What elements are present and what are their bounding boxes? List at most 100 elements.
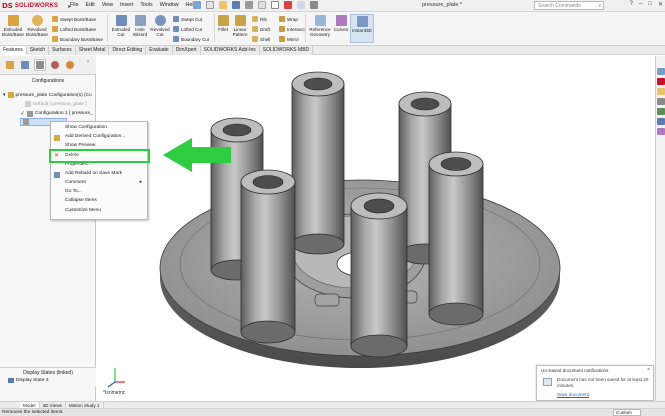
- close-icon[interactable]: ✕: [658, 1, 663, 8]
- resources-icon[interactable]: [657, 68, 665, 75]
- wrap-icon: [279, 16, 285, 22]
- view-triad-icon: [107, 368, 125, 388]
- intersect-icon: [279, 26, 285, 32]
- tab-features[interactable]: Features: [0, 46, 27, 55]
- appearances-icon[interactable]: [657, 108, 665, 115]
- context-menu: Show Configuration Add Derived Configura…: [50, 121, 148, 220]
- open-icon[interactable]: [219, 1, 227, 9]
- boundary-cut-button[interactable]: Boundary Cut: [173, 36, 209, 42]
- title-bar: DS SOLIDWORKS ▸ File Edit View Insert To…: [0, 0, 665, 12]
- mirror-button[interactable]: Mirror: [279, 36, 299, 42]
- rebuild-icon[interactable]: [284, 1, 292, 9]
- revolved-cut-button[interactable]: Revolved Cut: [149, 15, 171, 37]
- tab-solidworks-mbd[interactable]: SOLIDWORKS MBD: [259, 46, 314, 55]
- menu-item-go-to[interactable]: Go To...: [65, 189, 82, 194]
- new-document-icon[interactable]: [206, 1, 214, 9]
- intersect-button[interactable]: Intersect: [279, 26, 305, 32]
- shell-icon: [252, 36, 258, 42]
- menu-view[interactable]: View: [102, 2, 113, 8]
- wrap-button[interactable]: Wrap: [279, 16, 298, 22]
- display-manager-tab[interactable]: [64, 59, 76, 71]
- search-commands-input[interactable]: Search Commands ⌕: [534, 1, 604, 10]
- menu-edit[interactable]: Edit: [86, 2, 95, 8]
- boundary-cut-icon: [173, 36, 179, 42]
- rib-label: Rib: [260, 16, 267, 22]
- instant3d-button[interactable]: Instant3D: [350, 14, 374, 43]
- design-library-icon[interactable]: [657, 78, 665, 85]
- shell-button[interactable]: Shell: [252, 36, 270, 42]
- lofted-cut-button[interactable]: Lofted Cut: [173, 26, 202, 32]
- menu-item-add-derived-configuration[interactable]: Add Derived Configuration...: [65, 134, 125, 139]
- curves-button[interactable]: Curves: [333, 15, 349, 32]
- forum-icon[interactable]: [657, 128, 665, 135]
- save-document-link[interactable]: Save document: [557, 392, 589, 397]
- units-select[interactable]: Custom: [613, 409, 641, 416]
- collapse-arrow-icon[interactable]: ▾: [3, 92, 6, 98]
- brand-name: SOLIDWORKS: [14, 3, 59, 9]
- undo-icon[interactable]: [258, 1, 266, 9]
- save-icon[interactable]: [232, 1, 240, 9]
- linear-pattern-button[interactable]: Linear Pattern: [230, 15, 250, 37]
- feature-manager-tab[interactable]: [4, 59, 16, 71]
- tab-surfaces[interactable]: Surfaces: [49, 46, 76, 55]
- tab-direct-editing[interactable]: Direct Editing: [109, 46, 147, 55]
- menu-item-show-configuration[interactable]: Show Configuration: [65, 125, 107, 130]
- file-properties-icon[interactable]: [297, 1, 305, 9]
- hole-wizard-button[interactable]: Hole Wizard: [131, 15, 149, 37]
- tab-evaluate[interactable]: Evaluate: [146, 46, 173, 55]
- tree-root[interactable]: ▾ pressure_plate Configuration(s) (Co: [3, 92, 92, 98]
- fillet-icon: [217, 15, 229, 26]
- select-icon[interactable]: [271, 1, 279, 9]
- chevron-right-icon[interactable]: ›: [87, 59, 89, 65]
- status-message: Removes the selected items.: [2, 410, 64, 415]
- menu-window[interactable]: Window: [160, 2, 179, 8]
- tree-item-default[interactable]: Default [ pressure_plate ]: [25, 101, 87, 107]
- menu-item-customize-menu[interactable]: Customize Menu: [65, 208, 101, 213]
- menu-item-collapse-items[interactable]: Collapse Items: [65, 198, 97, 203]
- dimxpert-manager-tab[interactable]: [49, 59, 61, 71]
- close-icon[interactable]: ×: [647, 367, 650, 373]
- custom-properties-icon[interactable]: [657, 118, 665, 125]
- file-explorer-icon[interactable]: [657, 88, 665, 95]
- swept-boss-button[interactable]: Swept Boss/Base: [52, 16, 96, 22]
- print-icon[interactable]: [245, 1, 253, 9]
- search-icon[interactable]: ⌕: [598, 3, 601, 9]
- swept-cut-button[interactable]: Swept Cut: [173, 16, 202, 22]
- menu-file[interactable]: File: [70, 2, 79, 8]
- linear-pattern-label: Linear Pattern: [232, 27, 248, 37]
- menu-item-show-preview[interactable]: Show Preview: [65, 143, 95, 148]
- rib-button[interactable]: Rib: [252, 16, 267, 22]
- menu-tools[interactable]: Tools: [140, 2, 152, 8]
- maximize-icon[interactable]: □: [648, 1, 652, 8]
- graphics-area[interactable]: *Isometric: [97, 56, 655, 403]
- options-icon[interactable]: [310, 1, 318, 9]
- tab-sheet-metal[interactable]: Sheet Metal: [75, 46, 110, 55]
- view-palette-icon[interactable]: [657, 98, 665, 105]
- display-state-item[interactable]: Display State-3: [8, 378, 49, 383]
- help-icon[interactable]: ?: [630, 1, 633, 8]
- curves-label: Curves: [333, 27, 349, 32]
- menu-item-add-rebuild-on-save-mark[interactable]: Add Rebuild on Save Mark: [65, 171, 122, 176]
- part-model[interactable]: [97, 56, 655, 403]
- lofted-boss-button[interactable]: Lofted Boss/Base: [52, 26, 96, 32]
- extruded-cut-button[interactable]: Extruded Cut: [110, 15, 132, 37]
- tree-item-configuration-1[interactable]: ✓ Configuration 1 [ pressure_: [20, 110, 93, 117]
- menu-insert[interactable]: Insert: [120, 2, 133, 8]
- tab-dimxpert[interactable]: DimXpert: [172, 46, 201, 55]
- extruded-boss-button[interactable]: Extruded Boss/Base: [2, 15, 24, 37]
- home-icon[interactable]: [193, 1, 201, 9]
- minimize-icon[interactable]: –: [639, 1, 642, 8]
- tab-solidworks-add-ins[interactable]: SOLIDWORKS Add-Ins: [200, 46, 260, 55]
- boundary-boss-button[interactable]: Boundary Boss/Base: [52, 36, 103, 42]
- revolved-boss-button[interactable]: Revolved Boss/Base: [26, 15, 48, 37]
- configuration-manager-tab[interactable]: [34, 59, 46, 71]
- window-controls: ? – □ ✕: [630, 1, 663, 8]
- menu-item-comment[interactable]: Comment: [65, 180, 86, 185]
- fillet-button[interactable]: Fillet: [216, 15, 230, 32]
- draft-button[interactable]: Draft: [252, 26, 270, 32]
- reference-geometry-button[interactable]: Reference Geometry: [308, 15, 332, 37]
- solidworks-logo[interactable]: DS SOLIDWORKS ▸: [2, 1, 71, 11]
- check-icon: ✓: [20, 111, 26, 117]
- property-manager-tab[interactable]: [19, 59, 31, 71]
- tab-sketch[interactable]: Sketch: [26, 46, 50, 55]
